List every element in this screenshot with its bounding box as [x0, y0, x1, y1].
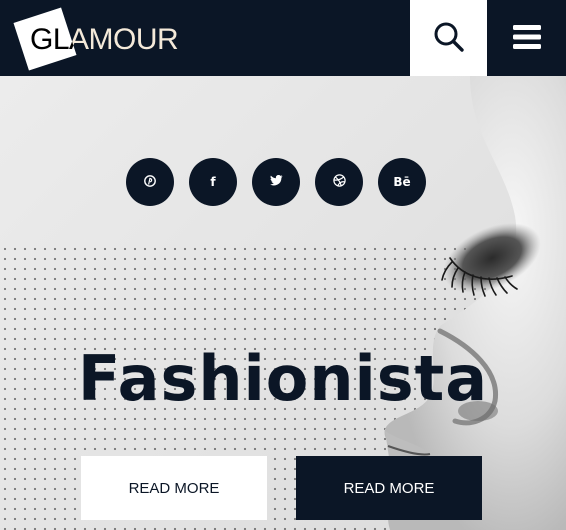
search-button[interactable]	[410, 0, 487, 76]
pinterest-button[interactable]	[126, 158, 174, 206]
hero-section: f Bē Fashionista READ MORE READ MORE	[0, 76, 566, 530]
facebook-button[interactable]: f	[189, 158, 237, 206]
behance-icon: Bē	[393, 175, 411, 189]
hero-headline: Fashionista	[77, 342, 489, 415]
search-icon	[433, 21, 465, 56]
logo[interactable]: GLAMOUR	[13, 7, 184, 72]
facebook-icon: f	[210, 175, 216, 189]
twitter-icon	[269, 174, 283, 189]
site-header: GLAMOUR	[0, 0, 566, 76]
twitter-button[interactable]	[252, 158, 300, 206]
read-more-button-dark[interactable]: READ MORE	[296, 456, 482, 520]
menu-button[interactable]	[487, 0, 566, 76]
behance-button[interactable]: Bē	[378, 158, 426, 206]
social-links: f Bē	[126, 158, 426, 206]
dribbble-icon	[332, 174, 346, 190]
pinterest-icon	[144, 174, 156, 190]
dribbble-button[interactable]	[315, 158, 363, 206]
logo-text: GLAMOUR	[30, 23, 179, 56]
read-more-button-light[interactable]: READ MORE	[81, 456, 267, 520]
hamburger-menu-icon	[512, 24, 541, 52]
